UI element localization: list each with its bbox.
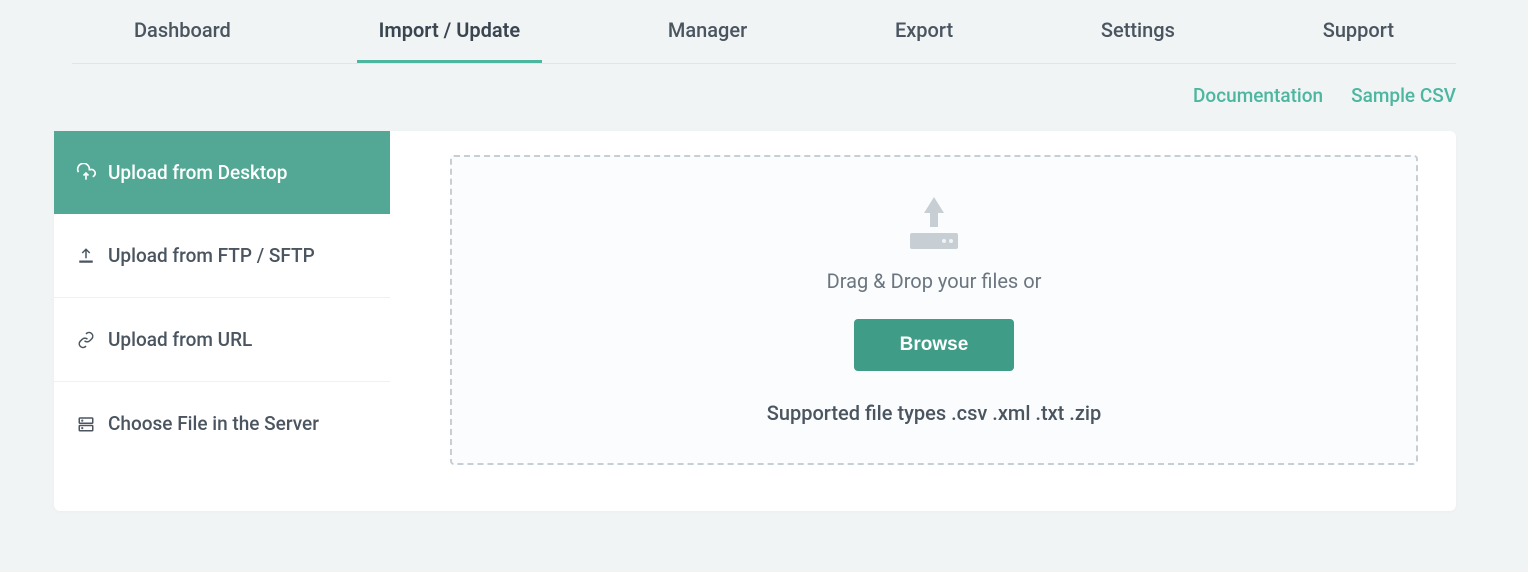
supported-types-text: Supported file types .csv .xml .txt .zip [767, 401, 1102, 425]
server-icon [76, 414, 96, 434]
upload-icon [902, 195, 966, 255]
link-icon [76, 330, 96, 350]
browse-button[interactable]: Browse [854, 319, 1015, 371]
sidebar-item-label: Upload from Desktop [108, 161, 287, 184]
sidebar-item-label: Upload from FTP / SFTP [108, 244, 315, 267]
sidebar-item-label: Upload from URL [108, 328, 252, 351]
drag-drop-text: Drag & Drop your files or [827, 269, 1042, 293]
main-panel: Upload from Desktop Upload from FTP / SF… [54, 131, 1456, 511]
tab-import-update[interactable]: Import / Update [357, 0, 543, 63]
sidebar-item-label: Choose File in the Server [108, 412, 319, 435]
tab-support[interactable]: Support [1301, 0, 1416, 63]
cloud-upload-icon [76, 163, 96, 183]
sample-csv-link[interactable]: Sample CSV [1351, 84, 1456, 107]
tab-settings[interactable]: Settings [1079, 0, 1197, 63]
sidebar-item-upload-ftp[interactable]: Upload from FTP / SFTP [54, 214, 390, 298]
sidebar-item-choose-server[interactable]: Choose File in the Server [54, 382, 390, 465]
main-tabs: Dashboard Import / Update Manager Export… [72, 0, 1456, 64]
sidebar-item-upload-desktop[interactable]: Upload from Desktop [54, 131, 390, 214]
ftp-upload-icon [76, 246, 96, 266]
upload-source-sidebar: Upload from Desktop Upload from FTP / SF… [54, 131, 390, 511]
tab-export[interactable]: Export [873, 0, 975, 63]
sidebar-item-upload-url[interactable]: Upload from URL [54, 298, 390, 382]
tab-manager[interactable]: Manager [646, 0, 769, 63]
helper-links: Documentation Sample CSV [72, 64, 1456, 131]
file-dropzone[interactable]: Drag & Drop your files or Browse Support… [450, 155, 1418, 465]
content-area: Drag & Drop your files or Browse Support… [390, 131, 1456, 511]
tab-dashboard[interactable]: Dashboard [112, 0, 253, 63]
documentation-link[interactable]: Documentation [1193, 84, 1323, 107]
